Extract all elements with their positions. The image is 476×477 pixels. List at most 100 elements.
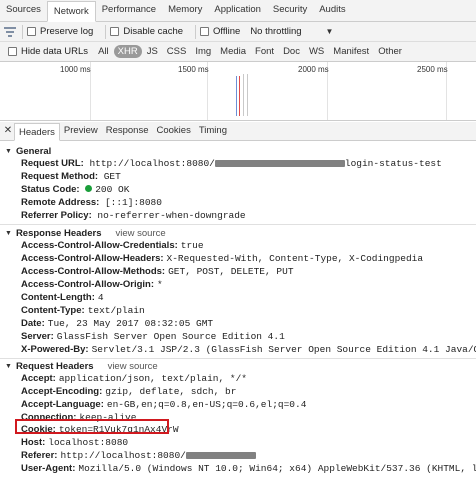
view-source-link[interactable]: view source: [115, 228, 165, 239]
filter-icon[interactable]: [2, 24, 18, 40]
filter-font[interactable]: Font: [251, 45, 278, 58]
status-code-value: 200 OK: [95, 184, 130, 195]
header-value: true: [180, 240, 204, 251]
header-key: Content-Type:: [21, 305, 85, 316]
tab-headers[interactable]: Headers: [14, 123, 60, 141]
timeline-tick-label: 2500 ms: [417, 65, 448, 74]
header-key: Request URL:: [21, 158, 84, 169]
header-key: Access-Control-Allow-Credentials:: [21, 240, 178, 251]
preserve-log-checkbox[interactable]: Preserve log: [27, 26, 93, 37]
header-value: localhost:8080: [48, 437, 129, 448]
header-key: Access-Control-Allow-Methods:: [21, 266, 166, 277]
header-key: Remote Address:: [21, 197, 100, 208]
header-key: Access-Control-Allow-Origin:: [21, 279, 155, 290]
header-value: Mozilla/5.0 (Windows NT 10.0; Win64; x64…: [78, 463, 476, 474]
response-header-row: Access-Control-Allow-Headers: X-Requested…: [21, 253, 423, 265]
response-header-row: Access-Control-Allow-Methods: GET, POST, …: [21, 266, 294, 278]
load-event-marker: [239, 76, 240, 116]
devtools-panel-tabs: Sources Network Performance Memory Appli…: [0, 0, 476, 22]
resource-type-filter-bar: Hide data URLs All XHR JS CSS Img Media …: [0, 42, 476, 62]
network-overview-timeline[interactable]: 1000 ms 1500 ms 2000 ms 2500 ms: [0, 62, 476, 121]
filter-css[interactable]: CSS: [163, 45, 191, 58]
view-source-link[interactable]: view source: [108, 361, 158, 372]
headers-panel: ▼ General Request URL: http://localhost:…: [0, 141, 476, 477]
header-key: Accept-Language:: [21, 399, 104, 410]
header-value: [::1]:8080: [104, 197, 162, 208]
request-header-row: Accept: application/json, text/plain, */*: [21, 373, 247, 385]
offline-checkbox[interactable]: Offline: [200, 26, 240, 37]
filter-doc[interactable]: Doc: [279, 45, 304, 58]
request-headers-title: Request Headers: [15, 360, 94, 372]
referer-value: http://localhost:8080/: [60, 450, 186, 461]
filter-manifest[interactable]: Manifest: [329, 45, 373, 58]
status-code-row: Status Code: 200 OK: [21, 184, 129, 196]
general-section-toggle[interactable]: ▼ General: [5, 145, 51, 157]
tab-performance[interactable]: Performance: [96, 0, 162, 21]
offline-box[interactable]: [200, 27, 210, 36]
tab-application[interactable]: Application: [208, 0, 266, 21]
request-header-row: Accept-Encoding: gzip, deflate, sdch, br: [21, 386, 236, 398]
header-value: 200 OK: [85, 184, 129, 195]
tab-memory[interactable]: Memory: [162, 0, 208, 21]
header-value: application/json, text/plain, */*: [58, 373, 247, 384]
toolbar-divider: [105, 24, 107, 39]
cookie-highlight-box: [15, 419, 169, 434]
close-icon[interactable]: ✕: [2, 122, 14, 140]
header-key: Request Method:: [21, 171, 99, 182]
tab-network[interactable]: Network: [46, 1, 96, 22]
request-url-suffix: login-status-test: [344, 158, 442, 169]
filter-media[interactable]: Media: [216, 45, 250, 58]
hide-data-urls-box[interactable]: [8, 47, 17, 56]
general-section-title: General: [15, 145, 52, 157]
filter-js[interactable]: JS: [143, 45, 162, 58]
tab-cookies[interactable]: Cookies: [153, 122, 195, 140]
disable-cache-label: Disable cache: [123, 26, 184, 37]
request-url-row: Request URL: http://localhost:8080/login…: [21, 158, 442, 170]
tab-timing[interactable]: Timing: [195, 122, 231, 140]
header-key: Content-Length:: [21, 292, 95, 303]
network-toolbar: Preserve log Disable cache Offline No th…: [0, 22, 476, 42]
remote-address-row: Remote Address: [::1]:8080: [21, 197, 162, 209]
response-headers-toggle[interactable]: ▼ Response Headers view source: [5, 227, 166, 239]
filter-all[interactable]: All: [94, 45, 113, 58]
preserve-log-box[interactable]: [27, 27, 36, 36]
tab-preview[interactable]: Preview: [60, 122, 102, 140]
request-headers-toggle[interactable]: ▼ Request Headers view source: [5, 360, 158, 372]
tab-response[interactable]: Response: [102, 122, 153, 140]
tab-security[interactable]: Security: [267, 0, 313, 21]
hide-data-urls-checkbox[interactable]: Hide data URLs: [8, 46, 88, 57]
expanded-triangle-icon: ▼: [5, 147, 12, 155]
redacted-block: [214, 159, 345, 167]
status-ok-icon: [85, 184, 93, 192]
timeline-tick-label: 1000 ms: [60, 65, 91, 74]
header-value: no-referrer-when-downgrade: [97, 210, 246, 221]
filter-img[interactable]: Img: [191, 45, 215, 58]
header-key: Host:: [21, 437, 46, 448]
filter-ws[interactable]: WS: [305, 45, 328, 58]
response-header-row: X-Powered-By: Servlet/3.1 JSP/2.3 (GlassF…: [21, 344, 476, 356]
disable-cache-checkbox[interactable]: Disable cache: [110, 26, 183, 37]
header-value: 4: [97, 292, 104, 303]
request-detail-tabs: ✕ Headers Preview Response Cookies Timin…: [0, 122, 476, 141]
timeline-tick-label: 2000 ms: [298, 65, 329, 74]
header-value: text/plain: [87, 305, 145, 316]
request-header-row: Host: localhost:8080: [21, 437, 128, 449]
toolbar-divider: [22, 24, 23, 39]
response-headers-title: Response Headers: [15, 227, 102, 239]
disable-cache-box[interactable]: [110, 27, 120, 36]
header-key: User-Agent:: [21, 463, 76, 474]
expanded-triangle-icon: ▼: [5, 229, 12, 237]
dropdown-arrow-icon: ▼: [325, 27, 334, 36]
header-value: en-GB,en;q=0.8,en-US;q=0.6,el;q=0.4: [106, 399, 307, 410]
header-key: Access-Control-Allow-Headers:: [21, 253, 164, 264]
offline-label: Offline: [213, 26, 241, 37]
tab-sources[interactable]: Sources: [0, 0, 47, 21]
throttling-select[interactable]: No throttling ▼: [250, 26, 333, 37]
filter-xhr[interactable]: XHR: [113, 45, 142, 58]
header-value: http://localhost:8080/: [60, 450, 256, 461]
header-key: Date:: [21, 318, 45, 329]
header-key: Accept:: [21, 373, 56, 384]
filter-other[interactable]: Other: [374, 45, 406, 58]
header-key: Referer:: [21, 450, 58, 461]
tab-audits[interactable]: Audits: [313, 0, 351, 21]
